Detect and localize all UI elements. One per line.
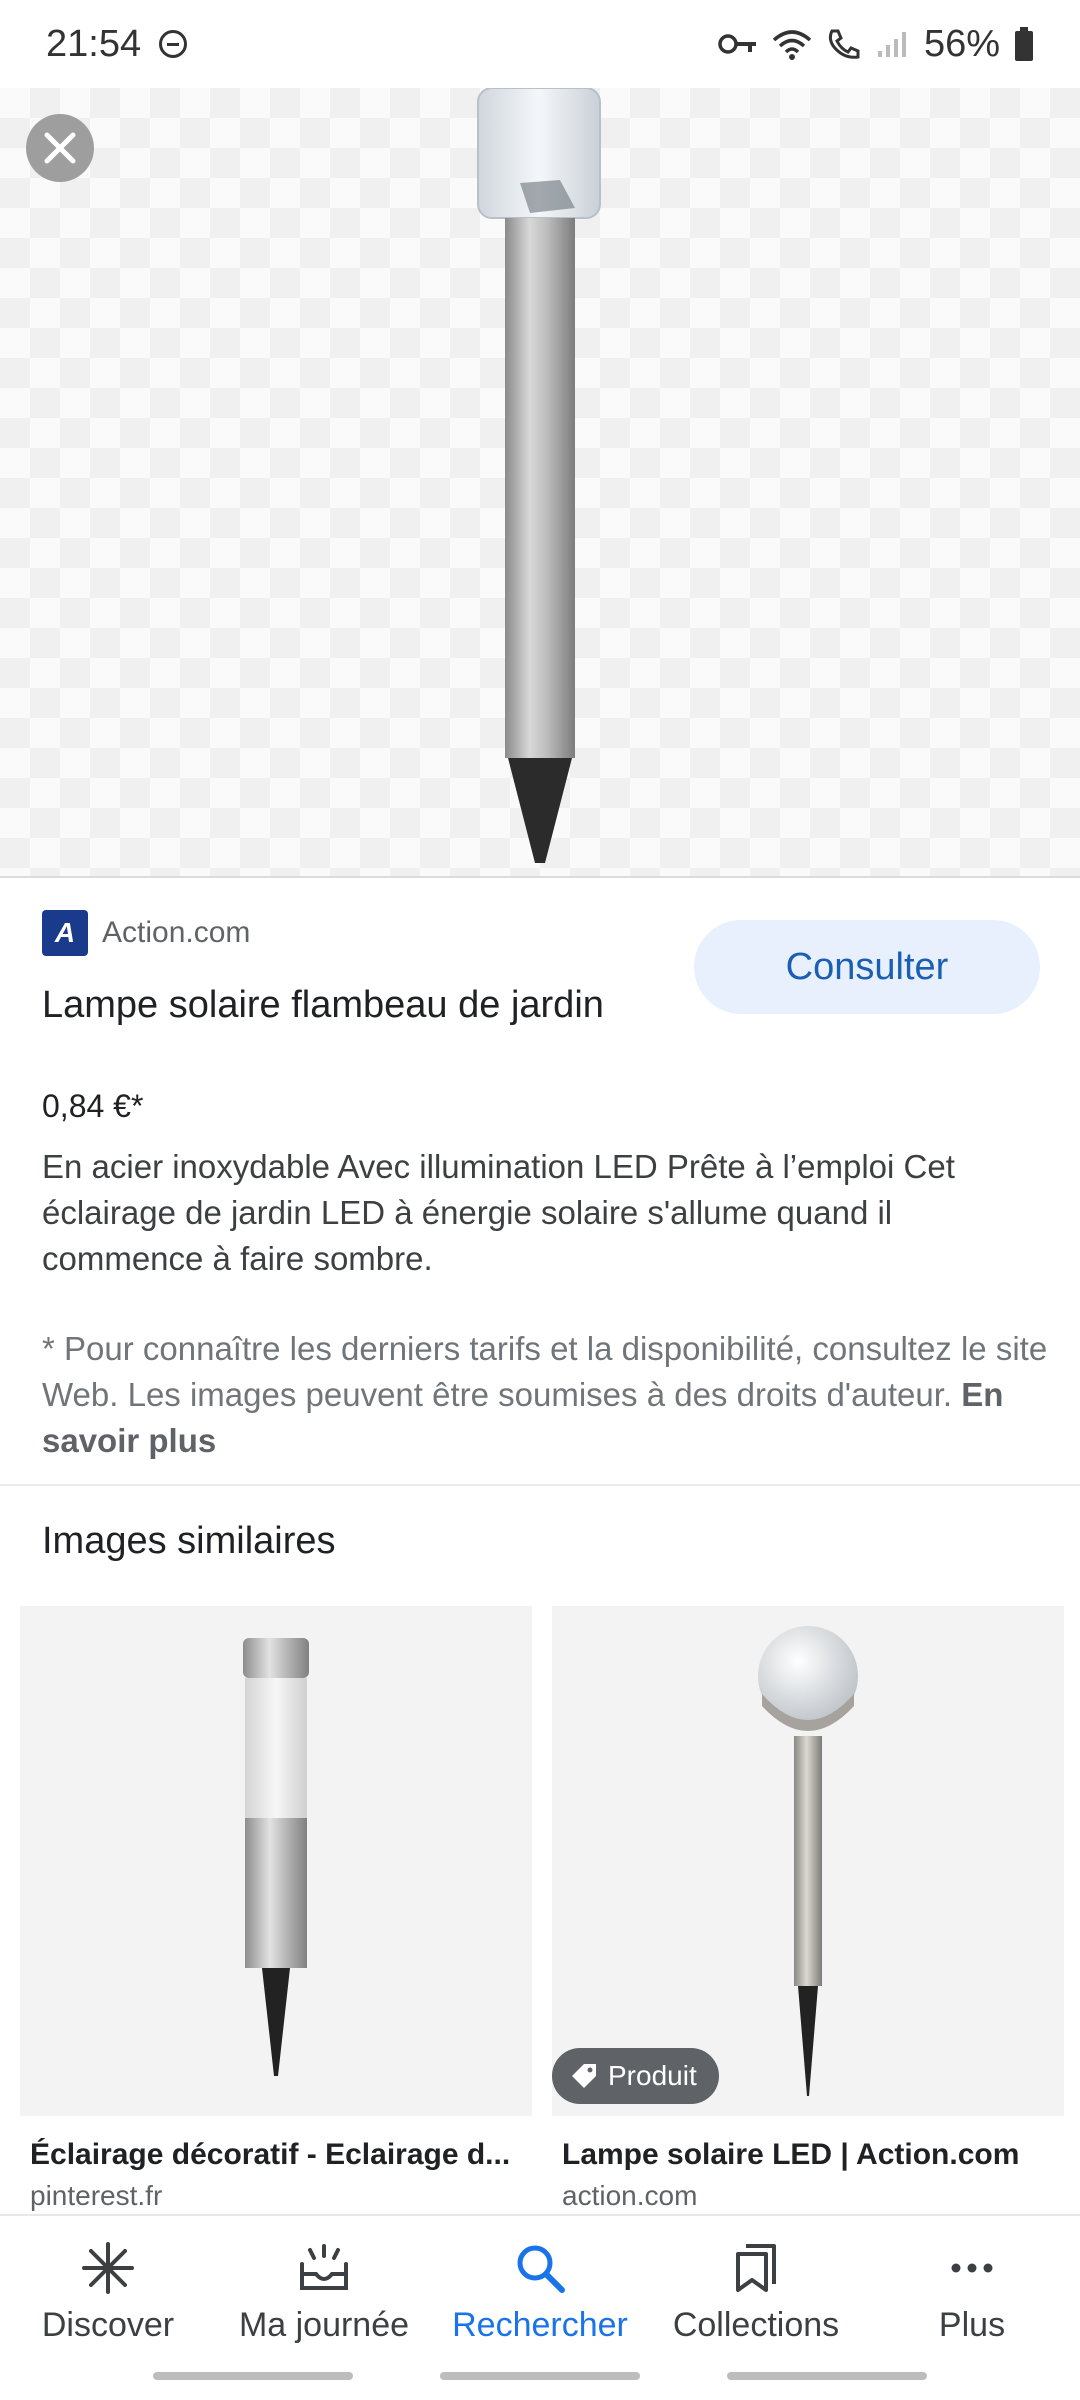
asterisk-icon bbox=[78, 2238, 138, 2298]
nav-discover-label: Discover bbox=[41, 2306, 175, 2344]
similar-images-heading: Images similaires bbox=[42, 1520, 336, 1562]
battery-percent: 56% bbox=[923, 22, 1000, 65]
close-button[interactable] bbox=[26, 114, 94, 182]
more-icon bbox=[942, 2238, 1002, 2298]
search-icon bbox=[510, 2238, 570, 2298]
gesture-bar bbox=[726, 2372, 927, 2380]
nav-rechercher-label: Rechercher bbox=[452, 2306, 628, 2344]
product-description: En acier inoxydable Avec illumination LE… bbox=[42, 1148, 955, 1277]
gesture-bar bbox=[153, 2372, 354, 2380]
similar-image-thumb[interactable] bbox=[20, 1606, 532, 2116]
product-title: Lampe solaire flambeau de jardin bbox=[42, 984, 604, 1026]
disclaimer-note: * Pour connaître les derniers tarifs et … bbox=[42, 1326, 1052, 1464]
source-name: Action.com bbox=[102, 916, 251, 949]
divider bbox=[0, 1484, 1080, 1486]
wifi-call-icon bbox=[828, 29, 860, 59]
battery-icon bbox=[1015, 27, 1033, 61]
product-badge: Produit bbox=[552, 2048, 719, 2104]
wifi-icon bbox=[772, 30, 812, 60]
do-not-disturb-icon bbox=[159, 30, 188, 58]
signal-icon bbox=[877, 32, 906, 57]
gesture-bars bbox=[0, 2372, 1080, 2380]
product-badge-label: Produit bbox=[608, 2060, 697, 2091]
similar-image-domain: pinterest.fr bbox=[30, 2180, 163, 2211]
inbox-icon bbox=[294, 2238, 354, 2298]
similar-image-thumb[interactable]: Produit bbox=[552, 1606, 1064, 2116]
similar-image-card[interactable]: Éclairage décoratif - Eclairage d... pin… bbox=[20, 1606, 532, 2212]
solar-lamp-illustration bbox=[477, 88, 601, 863]
nav-ma-journee-label: Ma journée bbox=[238, 2306, 410, 2344]
globe-lamp-illustration bbox=[758, 1626, 858, 2096]
status-bar: 21:54 56% bbox=[0, 0, 1080, 88]
similar-image-card[interactable]: Produit Lampe solaire LED | Action.com a… bbox=[552, 1606, 1064, 2212]
bottom-navigation: Discover Ma journée Rechercher Collectio… bbox=[0, 2214, 1080, 2400]
bollard-lamp-illustration bbox=[243, 1638, 309, 2076]
similar-image-caption: Lampe solaire LED | Action.com bbox=[562, 2138, 1020, 2171]
bookmarks-icon bbox=[726, 2238, 786, 2298]
gesture-bar bbox=[439, 2372, 640, 2380]
nav-plus-label: Plus bbox=[938, 2306, 1006, 2344]
similar-image-caption: Éclairage décoratif - Eclairage d... bbox=[30, 2138, 511, 2171]
consult-button[interactable]: Consulter bbox=[694, 920, 1040, 1014]
disclaimer-text: * Pour connaître les derniers tarifs et … bbox=[42, 1330, 1048, 1413]
divider bbox=[0, 876, 1080, 878]
action-logo: A bbox=[42, 910, 88, 956]
vpn-key-icon bbox=[718, 34, 756, 54]
nav-collections-label: Collections bbox=[672, 2306, 840, 2344]
product-price: 0,84 €* bbox=[42, 1088, 144, 1124]
clock: 21:54 bbox=[46, 22, 142, 65]
tag-icon bbox=[572, 2064, 596, 2088]
product-source[interactable]: A Action.com bbox=[42, 910, 250, 956]
product-image[interactable] bbox=[0, 88, 1080, 876]
close-icon bbox=[44, 132, 76, 164]
similar-image-domain: action.com bbox=[562, 2180, 698, 2211]
